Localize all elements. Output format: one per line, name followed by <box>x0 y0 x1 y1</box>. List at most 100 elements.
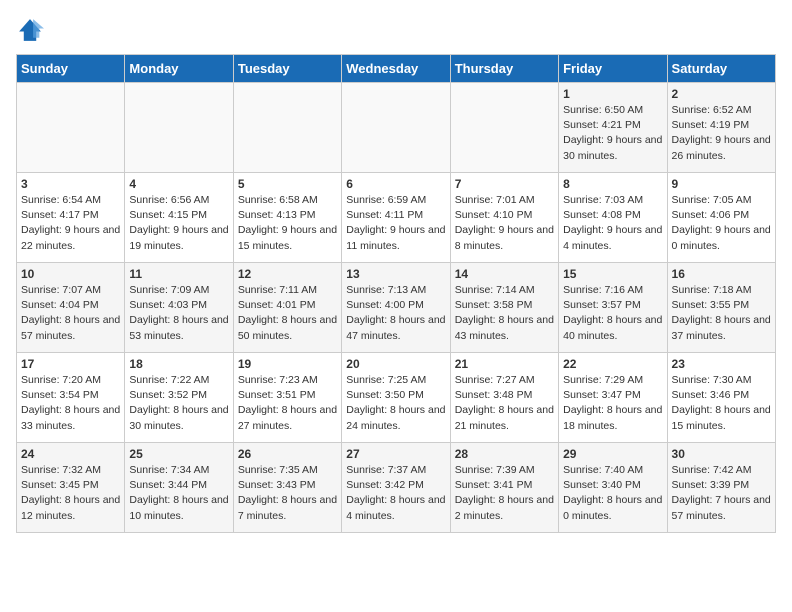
day-number: 1 <box>563 87 662 101</box>
day-cell-20: 20Sunrise: 7:25 AMSunset: 3:50 PMDayligh… <box>342 353 450 443</box>
day-info: Sunrise: 7:37 AMSunset: 3:42 PMDaylight:… <box>346 463 445 524</box>
day-cell-6: 6 Sunrise: 6:59 AMSunset: 4:11 PMDaylight… <box>342 173 450 263</box>
weekday-header-sunday: Sunday <box>17 55 125 83</box>
day-cell-8: 8 Sunrise: 7:03 AMSunset: 4:08 PMDaylight… <box>559 173 667 263</box>
weekday-header-monday: Monday <box>125 55 233 83</box>
day-info: Sunrise: 6:59 AMSunset: 4:11 PMDaylight:… <box>346 193 445 254</box>
logo <box>16 16 48 44</box>
day-cell-25: 25Sunrise: 7:34 AMSunset: 3:44 PMDayligh… <box>125 443 233 533</box>
day-cell-9: 9Sunrise: 7:05 AMSunset: 4:06 PMDaylight… <box>667 173 775 263</box>
week-row-3: 10Sunrise: 7:07 AMSunset: 4:04 PMDayligh… <box>17 263 776 353</box>
day-number: 16 <box>672 267 771 281</box>
day-number: 12 <box>238 267 337 281</box>
day-cell-22: 22 Sunrise: 7:29 AMSunset: 3:47 PMDayligh… <box>559 353 667 443</box>
day-number: 18 <box>129 357 228 371</box>
day-cell-16: 16 Sunrise: 7:18 AMSunset: 3:55 PMDayligh… <box>667 263 775 353</box>
day-info: Sunrise: 7:07 AMSunset: 4:04 PMDaylight:… <box>21 283 120 344</box>
weekday-header-row: SundayMondayTuesdayWednesdayThursdayFrid… <box>17 55 776 83</box>
day-info: Sunrise: 6:54 AMSunset: 4:17 PMDaylight:… <box>21 193 120 254</box>
day-number: 3 <box>21 177 120 191</box>
day-cell-15: 15 Sunrise: 7:16 AMSunset: 3:57 PMDayligh… <box>559 263 667 353</box>
day-cell-27: 27 Sunrise: 7:37 AMSunset: 3:42 PMDayligh… <box>342 443 450 533</box>
day-info: Sunrise: 7:11 AMSunset: 4:01 PMDaylight:… <box>238 283 337 344</box>
logo-icon <box>16 16 44 44</box>
day-info: Sunrise: 7:01 AMSunset: 4:10 PMDaylight:… <box>455 193 554 254</box>
day-number: 8 <box>563 177 662 191</box>
day-number: 30 <box>672 447 771 461</box>
day-cell-24: 24 Sunrise: 7:32 AMSunset: 3:45 PMDayligh… <box>17 443 125 533</box>
day-cell-7: 7 Sunrise: 7:01 AMSunset: 4:10 PMDaylight… <box>450 173 558 263</box>
weekday-header-thursday: Thursday <box>450 55 558 83</box>
day-info: Sunrise: 6:56 AMSunset: 4:15 PMDaylight:… <box>129 193 228 254</box>
day-info: Sunrise: 7:22 AMSunset: 3:52 PMDaylight:… <box>129 373 228 434</box>
weekday-header-saturday: Saturday <box>667 55 775 83</box>
day-info: Sunrise: 7:35 AMSunset: 3:43 PMDaylight:… <box>238 463 337 524</box>
day-cell-12: 12 Sunrise: 7:11 AMSunset: 4:01 PMDayligh… <box>233 263 341 353</box>
week-row-4: 17 Sunrise: 7:20 AMSunset: 3:54 PMDayligh… <box>17 353 776 443</box>
day-number: 19 <box>238 357 337 371</box>
day-info: Sunrise: 7:29 AMSunset: 3:47 PMDaylight:… <box>563 373 662 434</box>
day-cell-28: 28 Sunrise: 7:39 AMSunset: 3:41 PMDayligh… <box>450 443 558 533</box>
day-number: 4 <box>129 177 228 191</box>
day-number: 23 <box>672 357 771 371</box>
empty-cell <box>450 83 558 173</box>
empty-cell <box>342 83 450 173</box>
day-number: 6 <box>346 177 445 191</box>
day-number: 24 <box>21 447 120 461</box>
day-number: 28 <box>455 447 554 461</box>
day-number: 17 <box>21 357 120 371</box>
day-info: Sunrise: 7:05 AMSunset: 4:06 PMDaylight:… <box>672 193 771 254</box>
header <box>16 16 776 44</box>
day-info: Sunrise: 6:52 AMSunset: 4:19 PMDaylight:… <box>672 103 771 164</box>
day-info: Sunrise: 7:32 AMSunset: 3:45 PMDaylight:… <box>21 463 120 524</box>
day-number: 7 <box>455 177 554 191</box>
day-info: Sunrise: 7:14 AMSunset: 3:58 PMDaylight:… <box>455 283 554 344</box>
weekday-header-friday: Friday <box>559 55 667 83</box>
day-number: 20 <box>346 357 445 371</box>
day-number: 13 <box>346 267 445 281</box>
week-row-2: 3 Sunrise: 6:54 AMSunset: 4:17 PMDaylight… <box>17 173 776 263</box>
day-cell-10: 10Sunrise: 7:07 AMSunset: 4:04 PMDayligh… <box>17 263 125 353</box>
day-cell-18: 18 Sunrise: 7:22 AMSunset: 3:52 PMDayligh… <box>125 353 233 443</box>
day-cell-5: 5Sunrise: 6:58 AMSunset: 4:13 PMDaylight… <box>233 173 341 263</box>
calendar-table: SundayMondayTuesdayWednesdayThursdayFrid… <box>16 54 776 533</box>
day-cell-17: 17 Sunrise: 7:20 AMSunset: 3:54 PMDayligh… <box>17 353 125 443</box>
day-number: 15 <box>563 267 662 281</box>
day-number: 2 <box>672 87 771 101</box>
day-cell-21: 21 Sunrise: 7:27 AMSunset: 3:48 PMDayligh… <box>450 353 558 443</box>
day-info: Sunrise: 7:20 AMSunset: 3:54 PMDaylight:… <box>21 373 120 434</box>
day-number: 21 <box>455 357 554 371</box>
week-row-5: 24 Sunrise: 7:32 AMSunset: 3:45 PMDayligh… <box>17 443 776 533</box>
day-cell-13: 13Sunrise: 7:13 AMSunset: 4:00 PMDayligh… <box>342 263 450 353</box>
day-info: Sunrise: 7:39 AMSunset: 3:41 PMDaylight:… <box>455 463 554 524</box>
day-info: Sunrise: 7:27 AMSunset: 3:48 PMDaylight:… <box>455 373 554 434</box>
week-row-1: 1 Sunrise: 6:50 AMSunset: 4:21 PMDaylight… <box>17 83 776 173</box>
day-cell-3: 3 Sunrise: 6:54 AMSunset: 4:17 PMDaylight… <box>17 173 125 263</box>
day-number: 22 <box>563 357 662 371</box>
day-number: 29 <box>563 447 662 461</box>
day-info: Sunrise: 7:40 AMSunset: 3:40 PMDaylight:… <box>563 463 662 524</box>
day-cell-2: 2 Sunrise: 6:52 AMSunset: 4:19 PMDaylight… <box>667 83 775 173</box>
day-cell-4: 4 Sunrise: 6:56 AMSunset: 4:15 PMDaylight… <box>125 173 233 263</box>
weekday-header-wednesday: Wednesday <box>342 55 450 83</box>
day-info: Sunrise: 6:58 AMSunset: 4:13 PMDaylight:… <box>238 193 337 254</box>
day-cell-29: 29 Sunrise: 7:40 AMSunset: 3:40 PMDayligh… <box>559 443 667 533</box>
day-cell-14: 14 Sunrise: 7:14 AMSunset: 3:58 PMDayligh… <box>450 263 558 353</box>
empty-cell <box>17 83 125 173</box>
day-cell-26: 26 Sunrise: 7:35 AMSunset: 3:43 PMDayligh… <box>233 443 341 533</box>
day-info: Sunrise: 6:50 AMSunset: 4:21 PMDaylight:… <box>563 103 662 164</box>
day-number: 14 <box>455 267 554 281</box>
day-cell-1: 1 Sunrise: 6:50 AMSunset: 4:21 PMDaylight… <box>559 83 667 173</box>
day-cell-23: 23 Sunrise: 7:30 AMSunset: 3:46 PMDayligh… <box>667 353 775 443</box>
day-info: Sunrise: 7:03 AMSunset: 4:08 PMDaylight:… <box>563 193 662 254</box>
day-info: Sunrise: 7:16 AMSunset: 3:57 PMDaylight:… <box>563 283 662 344</box>
day-info: Sunrise: 7:42 AMSunset: 3:39 PMDaylight:… <box>672 463 771 524</box>
empty-cell <box>125 83 233 173</box>
day-number: 11 <box>129 267 228 281</box>
day-info: Sunrise: 7:23 AMSunset: 3:51 PMDaylight:… <box>238 373 337 434</box>
day-info: Sunrise: 7:30 AMSunset: 3:46 PMDaylight:… <box>672 373 771 434</box>
day-cell-11: 11Sunrise: 7:09 AMSunset: 4:03 PMDayligh… <box>125 263 233 353</box>
day-info: Sunrise: 7:18 AMSunset: 3:55 PMDaylight:… <box>672 283 771 344</box>
day-number: 26 <box>238 447 337 461</box>
day-number: 27 <box>346 447 445 461</box>
